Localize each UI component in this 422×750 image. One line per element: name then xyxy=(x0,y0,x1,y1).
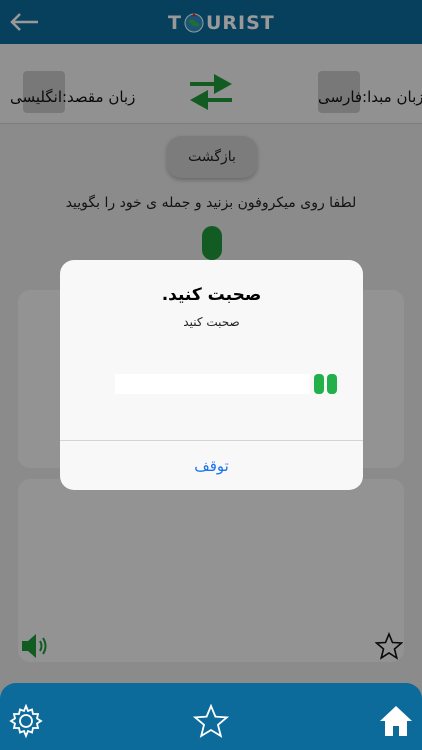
dialog-subtitle: صحبت کنید xyxy=(183,315,240,329)
stop-button[interactable]: توقف xyxy=(60,441,363,490)
gear-icon[interactable] xyxy=(8,703,44,739)
speech-dialog: صحبت کنید. صحبت کنید توقف xyxy=(60,260,363,490)
bottom-nav xyxy=(0,683,422,750)
audio-level-bar xyxy=(115,374,310,394)
star-icon[interactable] xyxy=(193,703,229,739)
audio-level-icon xyxy=(314,374,337,394)
dialog-title: صحبت کنید. xyxy=(161,285,262,305)
home-icon[interactable] xyxy=(378,703,414,739)
